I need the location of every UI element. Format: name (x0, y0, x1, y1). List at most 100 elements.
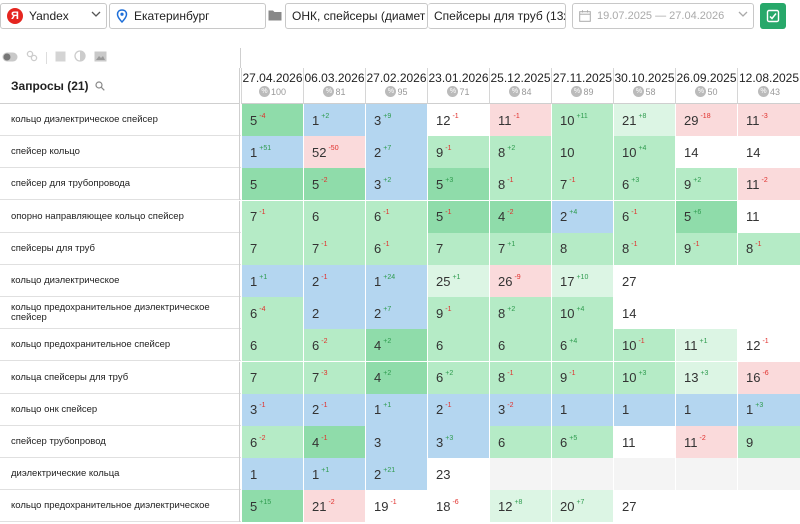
position-cell[interactable]: 9 -1 (427, 297, 489, 330)
position-cell[interactable]: 6 +4 (551, 329, 613, 362)
date-column-header[interactable]: 26.09.2025% 50 (675, 68, 737, 104)
position-cell[interactable]: 13 +3 (675, 361, 737, 394)
date-column-header[interactable]: 27.02.2026% 95 (365, 68, 427, 104)
position-cell[interactable]: 7 (427, 232, 489, 265)
position-cell[interactable]: 11 (613, 426, 675, 458)
position-cell[interactable]: 1 (551, 393, 613, 426)
position-cell[interactable]: 6 -1 (613, 200, 675, 233)
position-cell[interactable]: 14 (613, 297, 675, 330)
position-cell[interactable]: 8 (551, 232, 613, 265)
position-cell[interactable]: 4 -2 (489, 200, 551, 233)
position-cell[interactable]: 2 -1 (427, 393, 489, 426)
position-cell[interactable]: 8 -1 (489, 168, 551, 201)
position-cell[interactable]: 6 (241, 329, 303, 362)
position-cell[interactable]: 2 (303, 297, 365, 330)
position-cell[interactable]: 1 (241, 458, 303, 491)
position-cell[interactable]: 3 +2 (365, 168, 427, 201)
position-cell[interactable]: 21 -2 (303, 490, 365, 523)
query-text[interactable]: спейсеры для труб (0, 232, 240, 265)
position-cell[interactable]: 27 (613, 490, 675, 523)
query-text[interactable]: опорно направляющее кольцо спейсер (0, 200, 240, 233)
position-cell[interactable]: 3 -2 (489, 393, 551, 426)
position-cell[interactable]: 9 +2 (675, 168, 737, 201)
position-cell[interactable] (737, 297, 800, 330)
position-cell[interactable]: 2 +7 (365, 136, 427, 169)
table-icon[interactable] (55, 49, 66, 67)
position-cell[interactable]: 23 (427, 458, 489, 491)
link-icon[interactable] (26, 49, 38, 67)
position-cell[interactable]: 11 +1 (675, 329, 737, 362)
position-cell[interactable]: 7 -1 (303, 232, 365, 265)
date-range-picker[interactable]: 19.07.2025 — 27.04.2026 (572, 3, 754, 29)
position-cell[interactable] (613, 458, 675, 491)
position-cell[interactable]: 6 (489, 426, 551, 458)
position-cell[interactable]: 16 -6 (737, 361, 800, 394)
position-cell[interactable]: 6 +5 (551, 426, 613, 458)
position-cell[interactable]: 25 +1 (427, 265, 489, 297)
position-cell[interactable]: 7 -3 (303, 361, 365, 394)
apply-button[interactable] (760, 3, 786, 29)
query-text[interactable]: кольцо предохранительное спейсер (0, 329, 240, 362)
position-cell[interactable]: 1 +1 (365, 393, 427, 426)
date-column-header[interactable]: 25.12.2025% 84 (489, 68, 551, 104)
position-cell[interactable]: 6 (427, 329, 489, 362)
query-text[interactable]: кольцо предохранительное диэлектрическое (0, 490, 240, 523)
position-cell[interactable]: 14 (737, 136, 800, 169)
position-cell[interactable]: 10 -1 (613, 329, 675, 362)
position-cell[interactable] (489, 458, 551, 491)
date-column-header[interactable]: 23.01.2026% 71 (427, 68, 489, 104)
position-cell[interactable]: 6 +3 (613, 168, 675, 201)
position-cell[interactable]: 7 -1 (551, 168, 613, 201)
position-cell[interactable]: 5 -1 (427, 200, 489, 233)
position-cell[interactable]: 9 -1 (427, 136, 489, 169)
position-cell[interactable]: 6 -2 (241, 426, 303, 458)
position-cell[interactable]: 12 -1 (427, 104, 489, 136)
position-cell[interactable]: 1 +3 (737, 393, 800, 426)
position-cell[interactable]: 17 +10 (551, 265, 613, 297)
position-cell[interactable]: 10 +11 (551, 104, 613, 136)
search-engine-select[interactable]: Я Yandex (0, 3, 107, 29)
position-cell[interactable] (675, 458, 737, 491)
position-cell[interactable]: 1 (675, 393, 737, 426)
date-column-header[interactable]: 27.11.2025% 89 (551, 68, 613, 104)
position-cell[interactable]: 21 +8 (613, 104, 675, 136)
position-cell[interactable]: 2 +21 (365, 458, 427, 491)
query-text[interactable]: спейсер кольцо (0, 136, 240, 169)
position-cell[interactable]: 7 -1 (241, 200, 303, 233)
position-cell[interactable]: 12 +8 (489, 490, 551, 523)
position-cell[interactable]: 19 -1 (365, 490, 427, 523)
position-cell[interactable] (737, 458, 800, 491)
position-cell[interactable]: 14 (675, 136, 737, 169)
position-cell[interactable]: 11 -1 (489, 104, 551, 136)
query-text[interactable]: кольцо диэлектрическое спейсер (0, 104, 240, 136)
query-text[interactable]: спейсер для трубопровода (0, 168, 240, 201)
position-cell[interactable]: 1 (613, 393, 675, 426)
query-text[interactable]: кольца спейсеры для труб (0, 361, 240, 394)
position-cell[interactable] (675, 490, 737, 523)
position-cell[interactable]: 11 -3 (737, 104, 800, 136)
position-cell[interactable]: 6 +2 (427, 361, 489, 394)
position-cell[interactable]: 9 (737, 426, 800, 458)
position-cell[interactable]: 5 +15 (241, 490, 303, 523)
position-cell[interactable]: 3 +9 (365, 104, 427, 136)
position-cell[interactable]: 9 -1 (675, 232, 737, 265)
position-cell[interactable]: 18 -6 (427, 490, 489, 523)
query-text[interactable]: кольцо предохранительное диэлектрическое… (0, 297, 240, 330)
position-cell[interactable]: 9 -1 (551, 361, 613, 394)
position-cell[interactable] (675, 265, 737, 297)
folder-icon[interactable] (268, 9, 282, 21)
position-cell[interactable]: 26 -9 (489, 265, 551, 297)
position-cell[interactable]: 6 (489, 329, 551, 362)
position-cell[interactable]: 3 -1 (241, 393, 303, 426)
contrast-icon[interactable] (74, 49, 86, 67)
position-cell[interactable]: 8 -1 (613, 232, 675, 265)
position-cell[interactable]: 5 -4 (241, 104, 303, 136)
position-cell[interactable]: 10 +3 (613, 361, 675, 394)
position-cell[interactable]: 7 (241, 232, 303, 265)
date-column-header[interactable]: 27.04.2026% 100 (241, 68, 303, 104)
position-cell[interactable]: 5 +6 (675, 200, 737, 233)
position-cell[interactable] (675, 297, 737, 330)
position-cell[interactable]: 12 -1 (737, 329, 800, 362)
position-cell[interactable]: 5 +3 (427, 168, 489, 201)
position-cell[interactable]: 4 +2 (365, 361, 427, 394)
